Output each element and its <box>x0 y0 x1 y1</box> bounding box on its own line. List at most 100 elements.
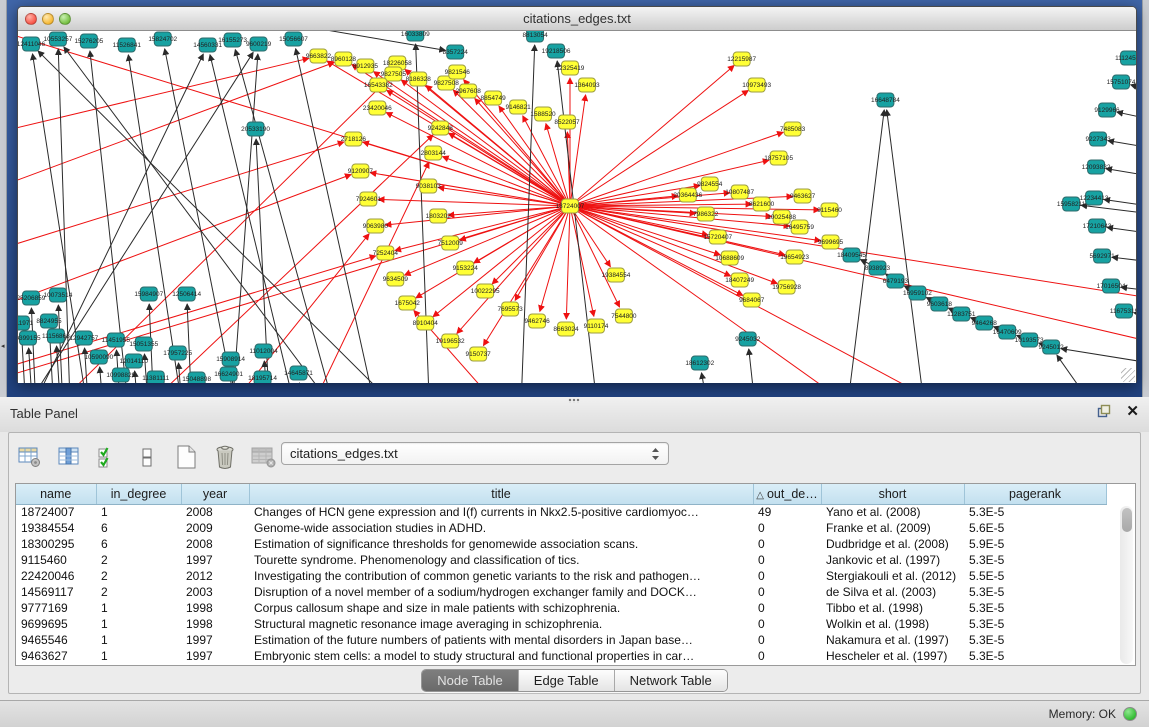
table-cell[interactable]: 18724007 <box>16 504 96 520</box>
tab-node-table[interactable]: Node Table <box>422 670 519 691</box>
table-cell[interactable]: 0 <box>753 584 821 600</box>
table-row[interactable]: 969969511998Structural magnetic resonanc… <box>16 616 1106 632</box>
table-cell[interactable]: Hescheler et al. (1997) <box>821 648 964 664</box>
table-cell[interactable]: Structural magnetic resonance image aver… <box>249 616 753 632</box>
table-cell[interactable]: Genome-wide association studies in ADHD. <box>249 520 753 536</box>
table-cell[interactable]: Tibbo et al. (1998) <box>821 600 964 616</box>
table-cell[interactable]: 2009 <box>181 520 249 536</box>
table-cell[interactable]: 49 <box>753 504 821 520</box>
table-cell[interactable]: 5.6E-5 <box>964 520 1106 536</box>
table-cell[interactable]: 14569117 <box>16 584 96 600</box>
table-cell[interactable]: 1998 <box>181 616 249 632</box>
table-row[interactable]: 1938455462009Genome-wide association stu… <box>16 520 1106 536</box>
float-panel-icon[interactable] <box>1096 403 1112 419</box>
table-scrollbar-thumb[interactable] <box>1122 508 1132 532</box>
table-cell[interactable]: Jankovic et al. (1997) <box>821 552 964 568</box>
table-cell[interactable]: 9699695 <box>16 616 96 632</box>
table-cell[interactable]: 1 <box>96 600 181 616</box>
table-cell[interactable]: Embryonic stem cells: a model to study s… <box>249 648 753 664</box>
table-cell[interactable]: 1997 <box>181 648 249 664</box>
table-cell[interactable]: 9115460 <box>16 552 96 568</box>
table-cell[interactable]: Investigating the contribution of common… <box>249 568 753 584</box>
table-cell[interactable]: 1997 <box>181 552 249 568</box>
close-panel-icon[interactable]: ✕ <box>1126 404 1139 419</box>
table-cell[interactable]: 5.3E-5 <box>964 552 1106 568</box>
table-row[interactable]: 1872400712008Changes of HCN gene express… <box>16 504 1106 520</box>
network-graph[interactable]: 1872400796638228960128891293518226058982… <box>18 31 1136 383</box>
table-cell[interactable]: Yano et al. (2008) <box>821 504 964 520</box>
table-cell[interactable]: Estimation of the future numbers of pati… <box>249 632 753 648</box>
table-cell[interactable]: Changes of HCN gene expression and I(f) … <box>249 504 753 520</box>
table-cell[interactable]: 9463627 <box>16 648 96 664</box>
right-panel-splitter[interactable] <box>1142 0 1149 397</box>
table-cell[interactable]: 1 <box>96 632 181 648</box>
memory-ok-indicator-icon[interactable] <box>1123 707 1137 721</box>
table-cell[interactable]: 2 <box>96 568 181 584</box>
table-row[interactable]: 946362711997Embryonic stem cells: a mode… <box>16 648 1106 664</box>
table-cell[interactable]: 0 <box>753 536 821 552</box>
table-options-button[interactable] <box>17 444 43 470</box>
table-cell[interactable]: 9777169 <box>16 600 96 616</box>
tab-network-table[interactable]: Network Table <box>615 670 727 691</box>
table-cell[interactable]: 5.3E-5 <box>964 648 1106 664</box>
table-cell[interactable]: Wolkin et al. (1998) <box>821 616 964 632</box>
left-panel-splitter[interactable]: ◂ <box>0 0 7 397</box>
table-cell[interactable]: 0 <box>753 616 821 632</box>
table-row[interactable]: 977716911998Corpus callosum shape and si… <box>16 600 1106 616</box>
table-cell[interactable]: 19384554 <box>16 520 96 536</box>
table-cell[interactable]: Stergiakouli et al. (2012) <box>821 568 964 584</box>
table-cell[interactable]: Estimation of significance thresholds fo… <box>249 536 753 552</box>
table-cell[interactable]: 2008 <box>181 536 249 552</box>
table-cell[interactable]: 5.5E-5 <box>964 568 1106 584</box>
column-header-name[interactable]: name <box>16 484 96 504</box>
table-cell[interactable]: 5.3E-5 <box>964 616 1106 632</box>
table-cell[interactable]: 2 <box>96 552 181 568</box>
panel-splitter-handle[interactable] <box>568 398 580 403</box>
table-cell[interactable]: 5.3E-5 <box>964 632 1106 648</box>
table-cell[interactable]: 9465546 <box>16 632 96 648</box>
table-cell[interactable]: 0 <box>753 552 821 568</box>
table-cell[interactable]: 5.3E-5 <box>964 584 1106 600</box>
table-cell[interactable]: 5.3E-5 <box>964 600 1106 616</box>
table-row[interactable]: 1830029562008Estimation of significance … <box>16 536 1106 552</box>
table-cell[interactable]: 1 <box>96 504 181 520</box>
create-new-column-button[interactable] <box>173 444 199 470</box>
table-cell[interactable]: 0 <box>753 568 821 584</box>
show-columns-button[interactable] <box>56 444 82 470</box>
column-header-short[interactable]: short <box>821 484 964 504</box>
tab-edge-table[interactable]: Edge Table <box>519 670 615 691</box>
column-header-title[interactable]: title <box>249 484 753 504</box>
table-cell[interactable]: 1 <box>96 648 181 664</box>
table-cell[interactable]: Dudbridge et al. (2008) <box>821 536 964 552</box>
column-header-pagerank[interactable]: pagerank <box>964 484 1106 504</box>
table-scrollbar[interactable] <box>1120 506 1133 664</box>
column-header-in_degree[interactable]: in_degree <box>96 484 181 504</box>
table-cell[interactable]: 5.9E-5 <box>964 536 1106 552</box>
table-cell[interactable]: 1998 <box>181 600 249 616</box>
table-cell[interactable]: Tourette syndrome. Phenomenology and cla… <box>249 552 753 568</box>
table-row[interactable]: 2242004622012Investigating the contribut… <box>16 568 1106 584</box>
network-canvas[interactable]: 1872400796638228960128891293518226058982… <box>18 31 1136 383</box>
table-cell[interactable]: Franke et al. (2009) <box>821 520 964 536</box>
table-cell[interactable]: 2012 <box>181 568 249 584</box>
table-cell[interactable]: 0 <box>753 632 821 648</box>
splitter-collapse-arrow-icon[interactable]: ◂ <box>1 342 5 350</box>
table-row[interactable]: 911546021997Tourette syndrome. Phenomeno… <box>16 552 1106 568</box>
column-header-out_de[interactable]: △out_de… <box>753 484 821 504</box>
table-cell[interactable]: 2003 <box>181 584 249 600</box>
table-cell[interactable]: de Silva et al. (2003) <box>821 584 964 600</box>
table-cell[interactable]: 0 <box>753 520 821 536</box>
network-window-titlebar[interactable]: citations_edges.txt <box>18 7 1136 31</box>
table-cell[interactable]: 6 <box>96 536 181 552</box>
table-cell[interactable]: Corpus callosum shape and size in male p… <box>249 600 753 616</box>
table-selector-dropdown[interactable]: citations_edges.txt <box>281 442 669 465</box>
table-cell[interactable]: 1997 <box>181 632 249 648</box>
column-header-year[interactable]: year <box>181 484 249 504</box>
delete-columns-button[interactable] <box>212 444 238 470</box>
table-cell[interactable]: 5.3E-5 <box>964 504 1106 520</box>
window-resize-grip[interactable] <box>1121 368 1135 382</box>
table-row[interactable]: 1456911722003Disruption of a novel membe… <box>16 584 1106 600</box>
table-cell[interactable]: 6 <box>96 520 181 536</box>
table-cell[interactable]: 0 <box>753 648 821 664</box>
table-cell[interactable]: Nakamura et al. (1997) <box>821 632 964 648</box>
